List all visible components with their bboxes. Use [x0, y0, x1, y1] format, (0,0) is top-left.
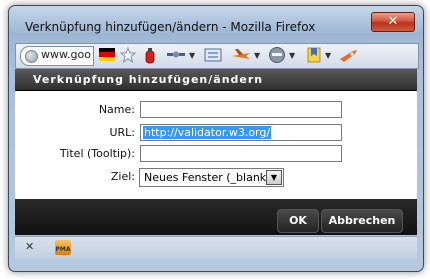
rocket-icon[interactable]	[338, 47, 360, 63]
window-title: Verknüpfung hinzufügen/ändern - Mozilla …	[25, 20, 316, 34]
browser-toolbar: www.goo ▼ ▼ ▼ ▼	[15, 43, 419, 69]
airplane-icon[interactable]	[230, 47, 252, 63]
address-bar[interactable]: www.goo	[20, 46, 94, 66]
calculator-icon[interactable]	[204, 47, 222, 63]
dialog-footer: OK Abbrechen	[15, 199, 417, 235]
address-text: www.goo	[41, 48, 91, 61]
bookmark-icon[interactable]	[306, 47, 322, 63]
target-label: Ziel:	[110, 170, 135, 183]
ninja-icon[interactable]	[268, 46, 286, 64]
name-field[interactable]	[140, 101, 342, 118]
dialog-header: Verknüpfung hinzufügen/ändern	[15, 69, 417, 91]
globe-icon	[25, 50, 38, 63]
target-select[interactable]: Neues Fenster (_blank) ▼	[139, 168, 284, 187]
target-select-value: Neues Fenster (_blank)	[144, 171, 271, 184]
chevron-down-icon[interactable]: ▼	[266, 170, 282, 185]
url-field[interactable]: http://validator.w3.org/	[140, 124, 342, 141]
satellite-icon[interactable]	[166, 47, 186, 63]
satellite-dropdown-icon[interactable]: ▼	[189, 47, 195, 64]
chevron-down-icon[interactable]: ▼	[289, 47, 295, 64]
bookmark-star-icon[interactable]	[120, 47, 136, 63]
fire-extinguisher-icon[interactable]	[144, 46, 156, 64]
dialog-form: Name: URL: http://validator.w3.org/ Tite…	[15, 91, 417, 199]
airplane-dropdown-icon[interactable]: ▼	[254, 47, 260, 64]
browser-window: Verknüpfung hinzufügen/ändern - Mozilla …	[8, 5, 424, 272]
german-flag-icon[interactable]	[99, 48, 115, 61]
link-dialog: Verknüpfung hinzufügen/ändern Name: URL:…	[15, 69, 417, 235]
name-label: Name:	[98, 103, 135, 116]
title-tooltip-field[interactable]	[140, 145, 342, 162]
url-label: URL:	[109, 126, 135, 139]
title-tooltip-label: Titel (Tooltip):	[59, 147, 135, 160]
ok-button[interactable]: OK	[277, 209, 319, 233]
dialog-title: Verknüpfung hinzufügen/ändern	[33, 73, 264, 86]
close-icon[interactable]: ✕	[25, 240, 34, 253]
phpmyadmin-icon[interactable]: PMA	[55, 240, 71, 255]
window-close-button[interactable]: ✕	[371, 12, 415, 32]
status-bar: ✕ PMA	[15, 236, 417, 259]
bookmark-dropdown-icon[interactable]: ▼	[325, 47, 331, 64]
url-field-value: http://validator.w3.org/	[143, 126, 272, 139]
cancel-button[interactable]: Abbrechen	[321, 209, 403, 233]
